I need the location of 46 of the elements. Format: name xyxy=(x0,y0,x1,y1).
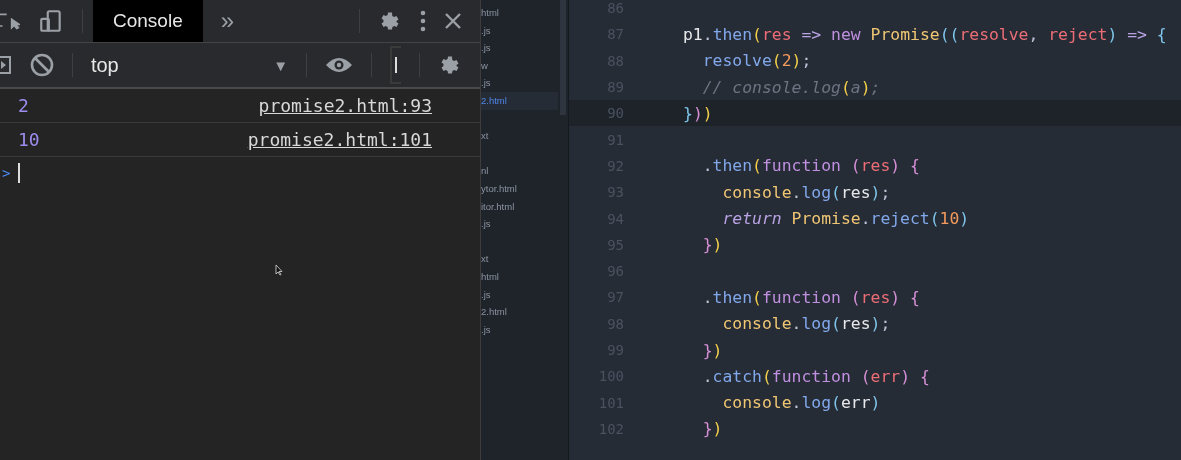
code-line: p1.then(res => new Promise((resolve, reject) => { xyxy=(683,24,1167,44)
clear-icon[interactable] xyxy=(30,53,54,77)
file-item[interactable]: .js xyxy=(481,39,568,57)
file-item[interactable]: w xyxy=(481,56,568,75)
file-item[interactable]: ytor.html xyxy=(481,179,568,198)
file-item[interactable]: nl xyxy=(481,162,568,180)
file-item[interactable]: .js xyxy=(481,21,568,40)
filter-field[interactable] xyxy=(389,46,402,84)
code-line: resolve(2); xyxy=(701,51,812,71)
code-line: })) xyxy=(683,103,713,123)
file-item[interactable]: .js xyxy=(481,320,568,339)
code-line: .then(function (res) { xyxy=(701,156,920,176)
code-line: .then(function (res) { xyxy=(701,287,920,307)
sidebar-toggle-icon[interactable] xyxy=(0,56,12,74)
code-line: console.log(err) xyxy=(721,393,881,413)
code-line: console.log(res); xyxy=(721,182,891,202)
source-link[interactable]: promise2.html:101 xyxy=(247,129,432,150)
source-link[interactable]: promise2.html:93 xyxy=(258,95,432,116)
text-cursor xyxy=(18,163,21,183)
console-tab[interactable]: Console xyxy=(93,0,203,42)
file-item[interactable]: html xyxy=(481,4,568,22)
file-item[interactable]: itor.html xyxy=(481,197,568,216)
file-item[interactable]: 2.html xyxy=(481,303,568,321)
log-value: 2 xyxy=(18,95,29,116)
device-icon[interactable] xyxy=(38,8,64,34)
file-item[interactable]: .js xyxy=(481,74,568,92)
code-line: console.log(res); xyxy=(721,314,891,334)
file-item[interactable]: 2.html xyxy=(481,91,558,110)
file-item[interactable]: .js xyxy=(481,215,568,233)
more-options-icon[interactable] xyxy=(420,10,426,32)
code-line: .catch(function (err) { xyxy=(701,366,930,386)
file-item[interactable]: html xyxy=(481,267,568,286)
code-line: }) xyxy=(701,419,723,439)
code-line: }) xyxy=(701,340,723,360)
code-line: return Promise.reject(10) xyxy=(721,209,970,228)
prompt-icon: > xyxy=(2,165,11,181)
code-line: }) xyxy=(701,235,723,255)
file-item[interactable]: .js xyxy=(481,285,568,304)
file-item[interactable]: xt xyxy=(481,250,568,268)
more-tabs[interactable]: » xyxy=(220,7,235,35)
eye-icon[interactable] xyxy=(324,56,353,74)
log-value: 10 xyxy=(18,129,40,150)
close-icon[interactable] xyxy=(444,12,462,30)
mouse-pointer-icon xyxy=(275,264,283,276)
file-item[interactable]: xt xyxy=(481,127,568,145)
code-line: // console.log(a); xyxy=(701,77,881,97)
